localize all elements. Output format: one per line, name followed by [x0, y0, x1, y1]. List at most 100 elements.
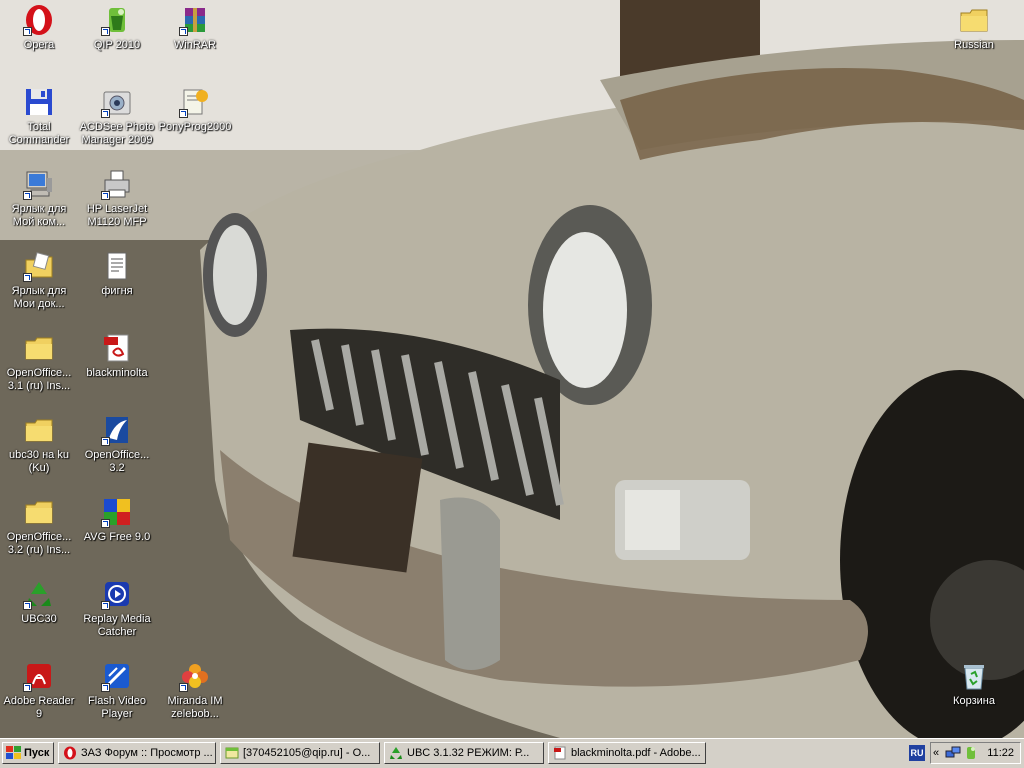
desktop-icon-ubc30[interactable]: UBC30: [0, 576, 78, 646]
ponyprog-icon: [179, 86, 211, 118]
folder-icon: [958, 4, 990, 36]
shortcut-arrow-icon: [23, 683, 32, 692]
taskbar-button-qip[interactable]: [370452105@qip.ru] - О...: [220, 742, 380, 764]
desktop-icon-recycle-bin[interactable]: Корзина: [935, 658, 1013, 728]
desktop-icon-qip[interactable]: QIP 2010: [78, 2, 156, 72]
adobe-reader-icon: [23, 660, 55, 692]
icon-label: Russian: [954, 39, 994, 51]
miranda-flower-icon: [179, 660, 211, 692]
taskbar: Пуск ЗАЗ Форум :: Просмотр ... [37045210…: [0, 738, 1024, 768]
task-label: UBC 3.1.32 РЕЖИМ: Р...: [407, 747, 530, 759]
icon-label: Total Commander: [8, 121, 70, 146]
shortcut-arrow-icon: [23, 601, 32, 610]
icon-label: Ярлык для Мои док...: [11, 285, 67, 310]
icon-label: Adobe Reader 9: [3, 695, 75, 720]
printer-icon: [101, 168, 133, 200]
opera-icon: [23, 4, 55, 36]
icon-label: OpenOffice... 3.2: [84, 449, 150, 474]
desktop-icon-openoffice-31-installer[interactable]: OpenOffice... 3.1 (ru) Ins...: [0, 330, 78, 400]
desktop-icon-winrar[interactable]: WinRAR: [156, 2, 234, 72]
computer-icon: [23, 168, 55, 200]
shortcut-arrow-icon: [23, 191, 32, 200]
start-button[interactable]: Пуск: [2, 742, 54, 764]
icon-label: ACDSee Photo Manager 2009: [79, 121, 155, 146]
icon-label: UBC30: [21, 613, 57, 625]
desktop-icon-openoffice-32-installer[interactable]: OpenOffice... 3.2 (ru) Ins...: [0, 494, 78, 564]
icon-label: HP LaserJet M1120 MFP: [86, 203, 148, 228]
icon-label: фигня: [101, 285, 133, 297]
icon-label: blackminolta: [86, 367, 148, 379]
desktop-icon-russian-folder[interactable]: Russian: [935, 2, 1013, 72]
desktop-icon-replay-media-catcher[interactable]: Replay Media Catcher: [78, 576, 156, 646]
opera-icon: [64, 746, 76, 760]
shortcut-arrow-icon: [179, 109, 188, 118]
desktop-icon-miranda-im[interactable]: Miranda IM zelebob...: [156, 658, 234, 728]
desktop-icon-my-documents-shortcut[interactable]: Ярлык для Мои док...: [0, 248, 78, 318]
desktop-icon-hp-laserjet[interactable]: HP LaserJet M1120 MFP: [78, 166, 156, 236]
openoffice-icon: [101, 414, 133, 446]
qip-tray-icon[interactable]: [963, 745, 979, 761]
shortcut-arrow-icon: [101, 109, 110, 118]
icon-label: Opera: [23, 39, 55, 51]
language-indicator[interactable]: RU: [909, 745, 925, 761]
flash-video-icon: [101, 660, 133, 692]
folder-icon: [23, 332, 55, 364]
folder-icon: [23, 496, 55, 528]
task-label: blackminolta.pdf - Adobe...: [571, 747, 701, 759]
icon-label: AVG Free 9.0: [83, 531, 151, 543]
desktop-icon-flash-video-player[interactable]: Flash Video Player: [78, 658, 156, 728]
avg-icon: [101, 496, 133, 528]
network-icon[interactable]: [945, 745, 961, 761]
icon-label: ubc30 на ku (Ku): [9, 449, 69, 474]
documents-folder-icon: [23, 250, 55, 282]
clock[interactable]: 11:22: [987, 747, 1014, 759]
desktop-icon-adobe-reader[interactable]: Adobe Reader 9: [0, 658, 78, 728]
desktop-icon-my-computer-shortcut[interactable]: Ярлык для Мой ком...: [0, 166, 78, 236]
start-label: Пуск: [24, 747, 50, 759]
taskbar-button-adobe-reader[interactable]: blackminolta.pdf - Adobe...: [548, 742, 706, 764]
desktop-icon-fignya[interactable]: фигня: [78, 248, 156, 318]
desktop-icon-ubc30-ku[interactable]: ubc30 на ku (Ku): [0, 412, 78, 482]
icon-label: Корзина: [953, 695, 995, 707]
shortcut-arrow-icon: [101, 191, 110, 200]
desktop-icon-total-commander[interactable]: Total Commander: [0, 84, 78, 154]
desktop-icon-avg-free[interactable]: AVG Free 9.0: [78, 494, 156, 564]
acdsee-icon: [101, 86, 133, 118]
task-label: [370452105@qip.ru] - О...: [243, 747, 371, 759]
shortcut-arrow-icon: [101, 683, 110, 692]
icon-label: QIP 2010: [93, 39, 141, 51]
desktop-icon-openoffice-32[interactable]: OpenOffice... 3.2: [78, 412, 156, 482]
icon-label: Miranda IM zelebob...: [167, 695, 223, 720]
shortcut-arrow-icon: [179, 683, 188, 692]
desktop-icon-acdsee[interactable]: ACDSee Photo Manager 2009: [78, 84, 156, 154]
shortcut-arrow-icon: [101, 437, 110, 446]
folder-icon: [23, 414, 55, 446]
desktop-icon-ponyprog[interactable]: PonyProg2000: [156, 84, 234, 154]
shortcut-arrow-icon: [101, 519, 110, 528]
recycle-arrows-icon: [390, 747, 402, 759]
taskbar-button-zaz-forum[interactable]: ЗАЗ Форум :: Просмотр ...: [58, 742, 216, 764]
windows-logo-icon: [6, 746, 21, 759]
text-document-icon: [101, 250, 133, 282]
system-tray: « 11:22: [930, 742, 1021, 764]
shortcut-arrow-icon: [101, 27, 110, 36]
desktop-icon-opera[interactable]: Opera: [0, 2, 78, 72]
recycle-bin-icon: [958, 660, 990, 692]
winrar-icon: [179, 4, 211, 36]
icon-label: WinRAR: [173, 39, 217, 51]
taskbar-button-ubc[interactable]: UBC 3.1.32 РЕЖИМ: Р...: [384, 742, 544, 764]
recycle-arrows-icon: [23, 578, 55, 610]
shortcut-arrow-icon: [23, 27, 32, 36]
pdf-file-icon: [554, 746, 566, 760]
shortcut-arrow-icon: [179, 27, 188, 36]
icon-label: Ярлык для Мой ком...: [11, 203, 67, 228]
desktop-icon-blackminolta[interactable]: blackminolta: [78, 330, 156, 400]
shortcut-arrow-icon: [23, 273, 32, 282]
floppy-disk-icon: [23, 86, 55, 118]
qip-window-icon: [225, 747, 239, 759]
icon-label: OpenOffice... 3.1 (ru) Ins...: [6, 367, 72, 392]
task-label: ЗАЗ Форум :: Просмотр ...: [81, 747, 213, 759]
icon-label: OpenOffice... 3.2 (ru) Ins...: [6, 531, 72, 556]
icon-label: Flash Video Player: [88, 695, 146, 720]
show-hidden-icons-button[interactable]: «: [933, 747, 945, 759]
